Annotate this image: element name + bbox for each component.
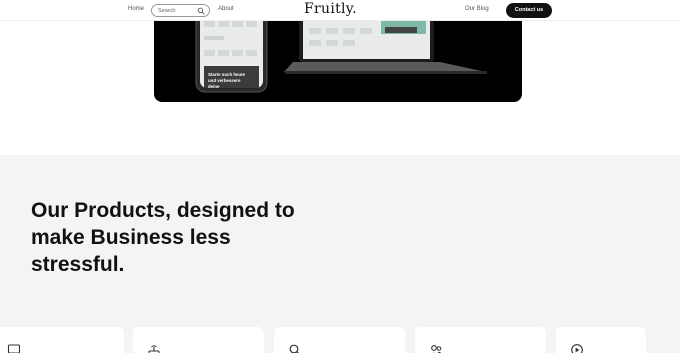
router-icon [148, 345, 160, 353]
search-icon [289, 344, 299, 353]
site-header: Home About Fruitly. Our Blog Contact us [0, 0, 680, 21]
contact-button[interactable]: Contact us [506, 3, 552, 18]
phone-caption-line-2: und verbessere [208, 78, 241, 83]
site-logo[interactable]: Fruitly. [304, 1, 357, 17]
product-card[interactable] [0, 327, 124, 353]
search-input[interactable] [158, 7, 196, 15]
nav-blog-link[interactable]: Our Blog [465, 6, 489, 12]
nav-home-link[interactable]: Home [128, 6, 144, 12]
nav-about-link[interactable]: About [218, 6, 234, 12]
products-heading: Our Products, designed to make Business … [31, 199, 295, 276]
play-icon [571, 344, 583, 353]
product-card[interactable] [133, 327, 264, 353]
page: Home About Fruitly. Our Blog Contact us [0, 0, 680, 353]
products-section: Our Products, designed to make Business … [0, 155, 680, 353]
phone-caption-line-1: Starte noch heute [208, 72, 246, 77]
phone-caption-line-3: deine [208, 84, 220, 89]
product-card[interactable] [556, 327, 646, 353]
search-box[interactable] [151, 4, 210, 17]
product-card[interactable] [274, 327, 405, 353]
users-icon [431, 345, 442, 353]
search-icon[interactable] [197, 7, 205, 15]
product-card[interactable] [415, 327, 546, 353]
monitor-icon [7, 344, 21, 353]
